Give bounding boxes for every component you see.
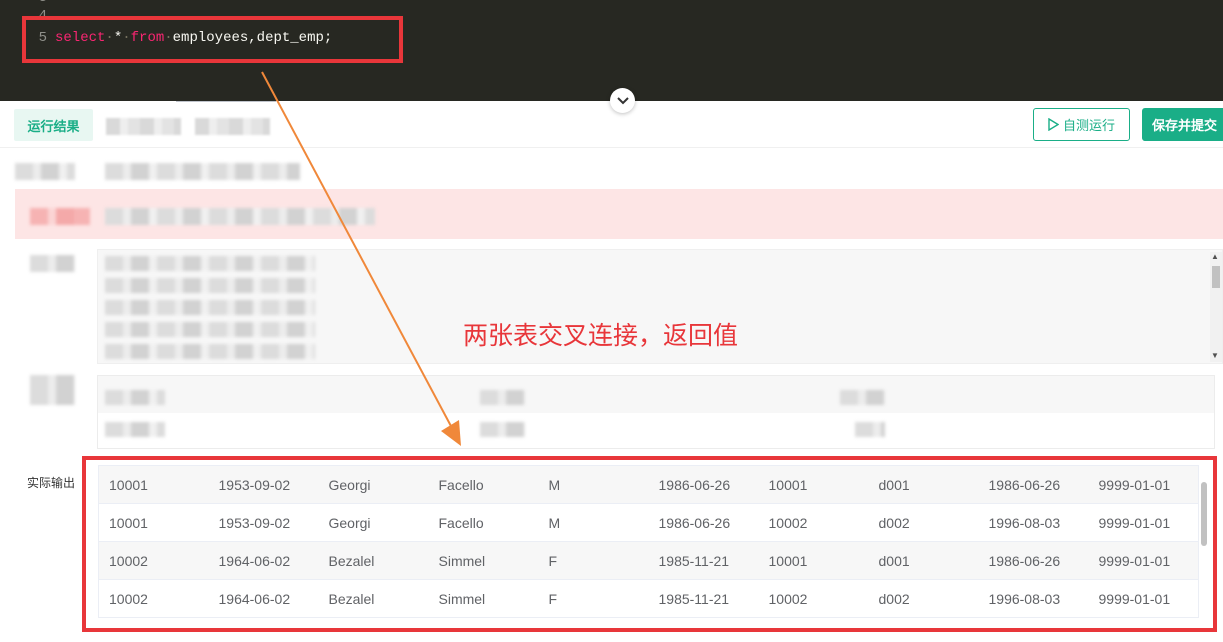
save-submit-button[interactable]: 保存并提交	[1142, 108, 1223, 141]
scroll-down-icon[interactable]: ▼	[1211, 351, 1219, 360]
blurred-text	[840, 390, 885, 405]
expected-table	[97, 375, 1215, 449]
tab-blurred[interactable]	[106, 118, 181, 135]
blurred-text	[105, 208, 375, 225]
scroll-up-icon[interactable]: ▲	[1211, 252, 1219, 261]
editor-divider	[176, 101, 276, 102]
blurred-text	[105, 278, 315, 293]
scrollbar-thumb[interactable]	[1212, 266, 1220, 288]
self-test-run-button[interactable]: 自测运行	[1033, 108, 1130, 141]
blurred-text	[105, 422, 165, 437]
blurred-text	[105, 322, 315, 337]
sql-editor[interactable]: 3 4 5select·*·from·employees,dept_emp;	[0, 0, 1223, 101]
collapse-editor-button[interactable]	[610, 88, 635, 113]
editor-line: 3	[0, 0, 55, 7]
annotation-text: 两张表交叉连接，返回值	[463, 321, 739, 350]
blurred-text	[105, 344, 315, 359]
actual-output-label: 实际输出	[27, 476, 76, 490]
blurred-text	[480, 422, 525, 437]
self-test-run-label: 自测运行	[1062, 118, 1115, 133]
expected-table-header	[98, 376, 1214, 413]
blurred-text	[105, 163, 300, 180]
blurred-text	[15, 163, 75, 180]
blurred-text	[480, 390, 525, 405]
blurred-text	[105, 256, 315, 271]
sql-highlight-box	[22, 16, 403, 63]
output-highlight-box	[82, 456, 1217, 632]
play-icon	[1048, 118, 1059, 131]
chevron-down-icon	[616, 96, 629, 104]
blurred-text	[105, 300, 315, 315]
blurred-text	[30, 255, 75, 272]
tab-blurred[interactable]	[195, 118, 270, 135]
blurred-text	[105, 390, 165, 405]
tab-run-result[interactable]: 运行结果	[14, 109, 93, 141]
toolbar-divider	[0, 147, 1223, 148]
blurred-text	[30, 208, 90, 225]
blurred-text	[30, 375, 75, 405]
blurred-text	[855, 422, 885, 437]
